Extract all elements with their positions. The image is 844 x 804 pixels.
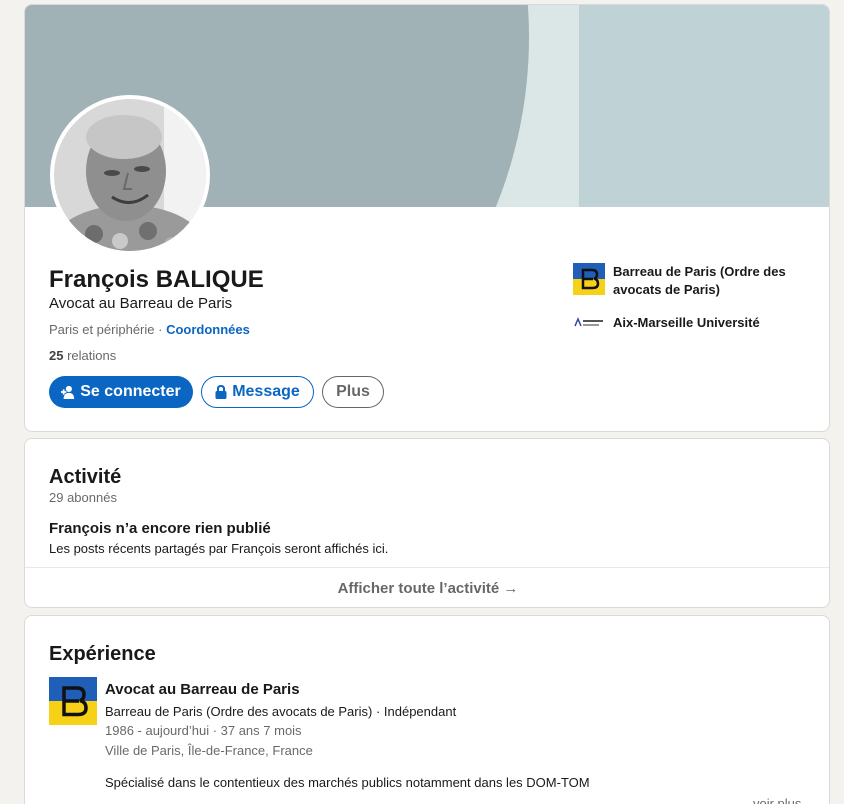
activity-card: Activité 29 abonnés François n’a encore … <box>24 438 830 608</box>
avatar[interactable] <box>50 95 210 255</box>
amu-logo <box>573 316 605 330</box>
experience-card: Expérience Avocat au Barreau de Paris Ba… <box>24 615 830 804</box>
activity-empty-text: Les posts récents partagés par François … <box>49 541 389 556</box>
org-barreau[interactable]: Barreau de Paris (Ordre des avocats de P… <box>573 263 803 299</box>
experience-location: Ville de Paris, Île-de-France, France <box>105 743 313 758</box>
experience-company-logo[interactable] <box>49 677 97 725</box>
contact-info-link[interactable]: Coordonnées <box>166 322 250 337</box>
relations-row[interactable]: 25 relations <box>49 348 116 363</box>
org-amu[interactable]: Aix-Marseille Université <box>573 314 803 332</box>
profile-headline: Avocat au Barreau de Paris <box>49 295 233 312</box>
message-button[interactable]: Message <box>201 376 314 408</box>
experience-description: Spécialisé dans le contentieux des march… <box>105 775 590 790</box>
barreau-logo <box>573 263 605 295</box>
experience-role[interactable]: Avocat au Barreau de Paris <box>105 681 300 698</box>
add-person-icon <box>61 385 75 399</box>
activity-divider <box>25 567 829 568</box>
connect-label: Se connecter <box>80 383 181 400</box>
lock-icon <box>215 385 227 399</box>
show-all-activity-button[interactable]: Afficher toute l’activité → <box>25 580 829 597</box>
more-button[interactable]: Plus <box>322 376 384 408</box>
avatar-photo <box>54 99 206 251</box>
activity-empty-title: François n’a encore rien publié <box>49 520 271 537</box>
experience-title: Expérience <box>49 643 156 665</box>
activity-title: Activité <box>49 466 122 488</box>
experience-dates: 1986 - aujourd’hui · 37 ans 7 mois <box>105 723 302 738</box>
location-row: Paris et périphérie · Coordonnées <box>49 322 250 337</box>
connect-button[interactable]: Se connecter <box>49 376 193 408</box>
profile-card: François BALIQUE Avocat au Barreau de Pa… <box>24 4 830 432</box>
message-label: Message <box>232 383 300 400</box>
org-amu-name: Aix-Marseille Université <box>613 315 760 330</box>
see-more-link[interactable]: voir plus <box>753 796 801 804</box>
more-label: Plus <box>336 383 370 400</box>
location-separator: · <box>154 322 167 337</box>
location-text: Paris et périphérie <box>49 322 155 337</box>
relations-count: 25 <box>49 348 64 363</box>
relations-label: relations <box>63 348 117 363</box>
experience-company: Barreau de Paris (Ordre des avocats de P… <box>105 704 457 719</box>
profile-name: François BALIQUE <box>49 266 264 293</box>
followers-count: 29 abonnés <box>49 490 117 505</box>
org-barreau-name: Barreau de Paris (Ordre des avocats de P… <box>613 264 786 297</box>
